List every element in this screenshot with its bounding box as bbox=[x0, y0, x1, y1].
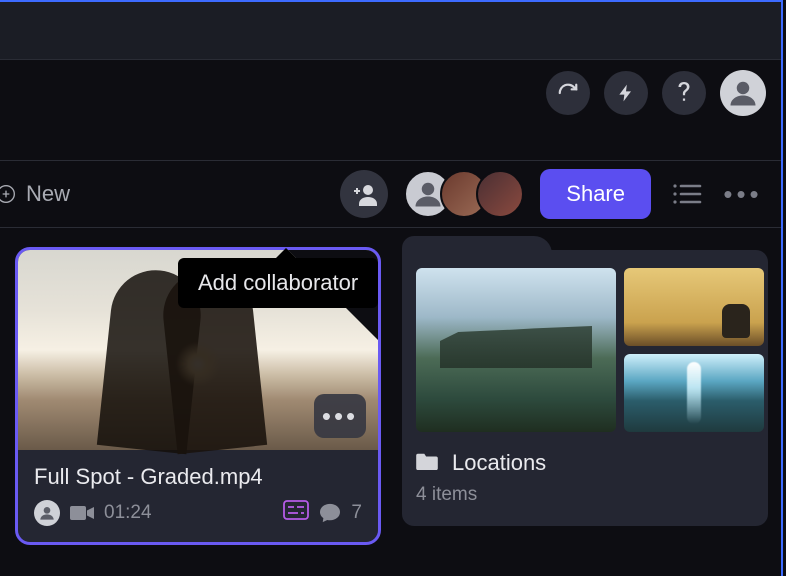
more-button[interactable]: ••• bbox=[723, 179, 763, 210]
folder-icon bbox=[416, 452, 438, 475]
project-toolbar: New Share ••• bbox=[0, 160, 781, 228]
asset-title: Full Spot - Graded.mp4 bbox=[34, 464, 362, 490]
toolbar-divider bbox=[0, 59, 781, 60]
add-collaborator-tooltip: Add collaborator bbox=[178, 258, 378, 308]
add-collaborator-button[interactable] bbox=[340, 170, 388, 218]
tooltip-text: Add collaborator bbox=[198, 270, 358, 295]
asset-grid: ••• Full Spot - Graded.mp4 01:24 bbox=[18, 250, 776, 542]
person-icon bbox=[728, 78, 758, 108]
question-icon bbox=[677, 82, 691, 104]
person-icon bbox=[39, 505, 55, 521]
collaborator-avatar[interactable] bbox=[476, 170, 524, 218]
refresh-button[interactable] bbox=[546, 71, 590, 115]
ellipsis-icon: ••• bbox=[322, 401, 358, 432]
account-avatar[interactable] bbox=[720, 70, 766, 116]
folder-subtitle: 4 items bbox=[416, 484, 754, 506]
asset-duration: 01:24 bbox=[104, 502, 152, 524]
activity-button[interactable] bbox=[604, 71, 648, 115]
folder-title: Locations bbox=[452, 450, 546, 476]
caption-icon[interactable] bbox=[283, 500, 309, 526]
folder-thumb bbox=[624, 354, 764, 432]
add-person-icon bbox=[350, 182, 378, 206]
asset-card-folder[interactable]: Locations 4 items bbox=[402, 250, 768, 542]
video-icon bbox=[70, 504, 94, 522]
share-button-label: Share bbox=[566, 181, 625, 206]
folder-thumb bbox=[624, 268, 764, 346]
folder-thumb bbox=[416, 268, 616, 432]
new-button[interactable]: New bbox=[0, 177, 70, 211]
comment-count: 7 bbox=[351, 502, 362, 524]
new-button-label: New bbox=[26, 181, 70, 207]
asset-more-button[interactable]: ••• bbox=[314, 394, 366, 438]
titlebar-area bbox=[0, 2, 781, 59]
ellipsis-icon: ••• bbox=[723, 179, 762, 210]
header-actions bbox=[546, 70, 766, 116]
owner-avatar[interactable] bbox=[34, 500, 60, 526]
plus-circle-icon bbox=[0, 177, 16, 211]
window-right-border bbox=[781, 0, 783, 576]
lightning-icon bbox=[616, 82, 636, 104]
comment-icon[interactable] bbox=[319, 503, 341, 523]
thumbnail-flare bbox=[176, 342, 220, 386]
list-icon bbox=[672, 182, 702, 206]
folder-tab bbox=[402, 236, 552, 262]
refresh-icon bbox=[557, 82, 579, 104]
collaborator-stack[interactable] bbox=[404, 170, 524, 218]
folder-thumbnails bbox=[416, 268, 754, 432]
share-button[interactable]: Share bbox=[540, 169, 651, 219]
person-icon bbox=[413, 179, 443, 209]
list-view-button[interactable] bbox=[667, 182, 707, 206]
help-button[interactable] bbox=[662, 71, 706, 115]
